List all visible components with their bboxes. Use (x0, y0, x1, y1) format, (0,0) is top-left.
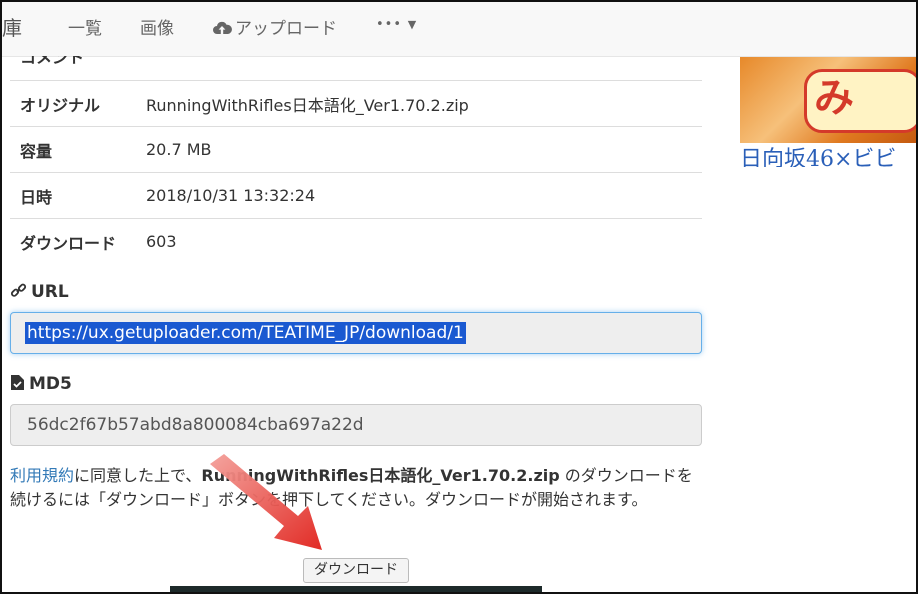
ad-banner[interactable]: み 日向坂46×ビビ (740, 57, 916, 167)
browser-frame: 庫 一覧 画像 アップロード ••• ▼ コメント オリジナル RunningW… (0, 0, 918, 594)
video-player-strip (170, 586, 542, 592)
download-button[interactable]: ダウンロード (303, 558, 409, 583)
ad-caption: 日向坂46×ビビ (740, 147, 897, 167)
ad-logo-text: み (814, 75, 854, 121)
